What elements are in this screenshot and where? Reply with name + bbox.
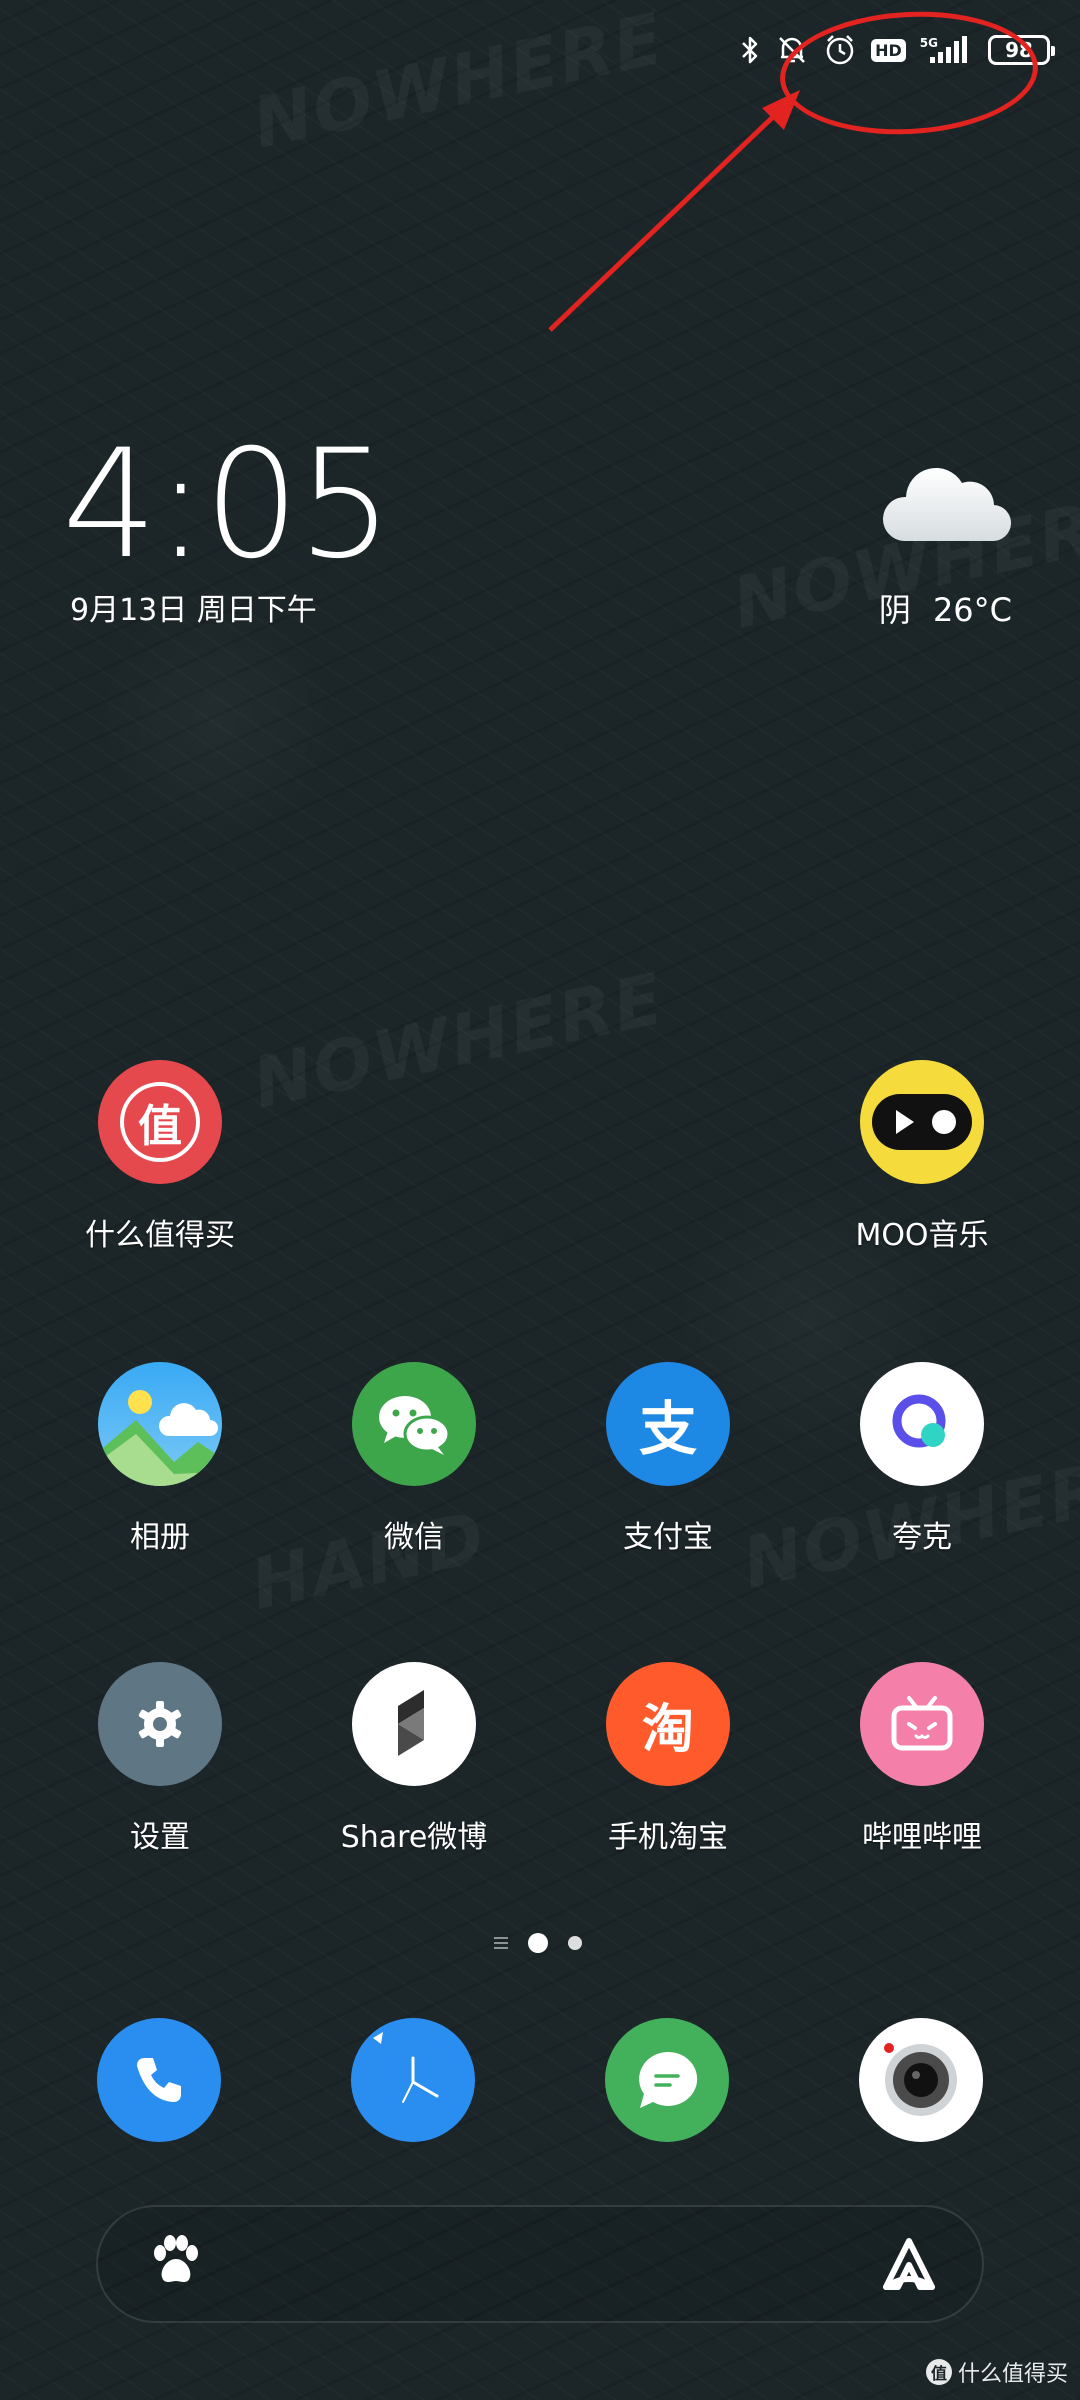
messages-icon [639, 2051, 698, 2108]
app-smzdm[interactable]: 值 什么值得买 [33, 1060, 287, 1254]
watermark-badge: 值 [925, 2359, 952, 2385]
app-bilibili[interactable]: 哔哩哔哩 [795, 1662, 1049, 1856]
bilibili-icon [860, 1662, 984, 1786]
app-label: 支付宝 [623, 1520, 713, 1555]
camera-icon [884, 2043, 957, 2116]
share-weibo-icon [352, 1662, 476, 1786]
app-settings[interactable]: 设置 [33, 1662, 287, 1856]
app-share-weibo[interactable]: Share微博 [287, 1662, 541, 1856]
gear-icon [98, 1662, 222, 1786]
clock-icon [373, 2032, 439, 2103]
clock-date: 9月13日 周日下午 [70, 593, 317, 628]
watermark: 值 什么值得买 [925, 2356, 1068, 2388]
weather-info[interactable]: 阴 26°C [879, 585, 1012, 631]
app-label: MOO音乐 [855, 1218, 989, 1253]
alipay-glyph: 支 [638, 1395, 697, 1463]
gallery-icon [98, 1362, 222, 1486]
app-label: 手机淘宝 [608, 1820, 728, 1855]
weather-condition: 阴 [878, 591, 911, 629]
app-wechat[interactable]: 微信 [287, 1362, 541, 1556]
alipay-icon: 支 [606, 1362, 730, 1486]
app-alipay[interactable]: 支 支付宝 [541, 1362, 795, 1556]
dock-messages[interactable] [605, 2018, 729, 2142]
app-label: 哔哩哔哩 [862, 1820, 982, 1855]
watermark-text: 什么值得买 [957, 2362, 1068, 2387]
bottom-shortcut-bar [96, 2205, 984, 2323]
dock-phone[interactable] [97, 2018, 221, 2142]
app-gallery[interactable]: 相册 [33, 1362, 287, 1556]
app-label: 微信 [384, 1520, 444, 1555]
app-taobao[interactable]: 淘 手机淘宝 [541, 1662, 795, 1856]
wallpaper-graphic: NOWHERE [246, 958, 671, 1125]
app-quark[interactable]: 夸克 [795, 1362, 1049, 1556]
dock-camera[interactable] [859, 2018, 983, 2142]
page-dot[interactable] [568, 1936, 582, 1950]
moo-music-icon [860, 1060, 984, 1184]
page-indicator[interactable] [494, 1933, 582, 1953]
app-label: 设置 [130, 1820, 190, 1855]
taobao-glyph: 淘 [641, 1699, 694, 1760]
cloud-icon[interactable] [880, 455, 1016, 549]
smzdm-icon: 值 [98, 1060, 222, 1184]
dock-clock[interactable] [351, 2018, 475, 2142]
quark-icon [860, 1362, 984, 1486]
paw-icon[interactable] [148, 2233, 204, 2293]
taobao-icon: 淘 [606, 1662, 730, 1786]
wechat-icon [352, 1362, 476, 1486]
assistant-icon[interactable] [878, 2235, 940, 2299]
page-dot-current[interactable] [528, 1933, 548, 1953]
weather-temperature: 26°C [932, 591, 1012, 629]
smzdm-glyph: 值 [138, 1101, 182, 1152]
app-moo-music[interactable]: MOO音乐 [795, 1060, 1049, 1254]
app-label: Share微博 [340, 1820, 488, 1855]
bluetooth-icon [739, 34, 761, 66]
phone-icon [137, 2058, 181, 2102]
clock-time[interactable]: 4:05 [62, 430, 393, 580]
annotation-arrow [548, 90, 800, 332]
app-label: 什么值得买 [85, 1218, 235, 1253]
app-label: 夸克 [892, 1520, 952, 1555]
app-label: 相册 [130, 1520, 190, 1555]
app-drawer-indicator-icon[interactable] [494, 1937, 508, 1949]
